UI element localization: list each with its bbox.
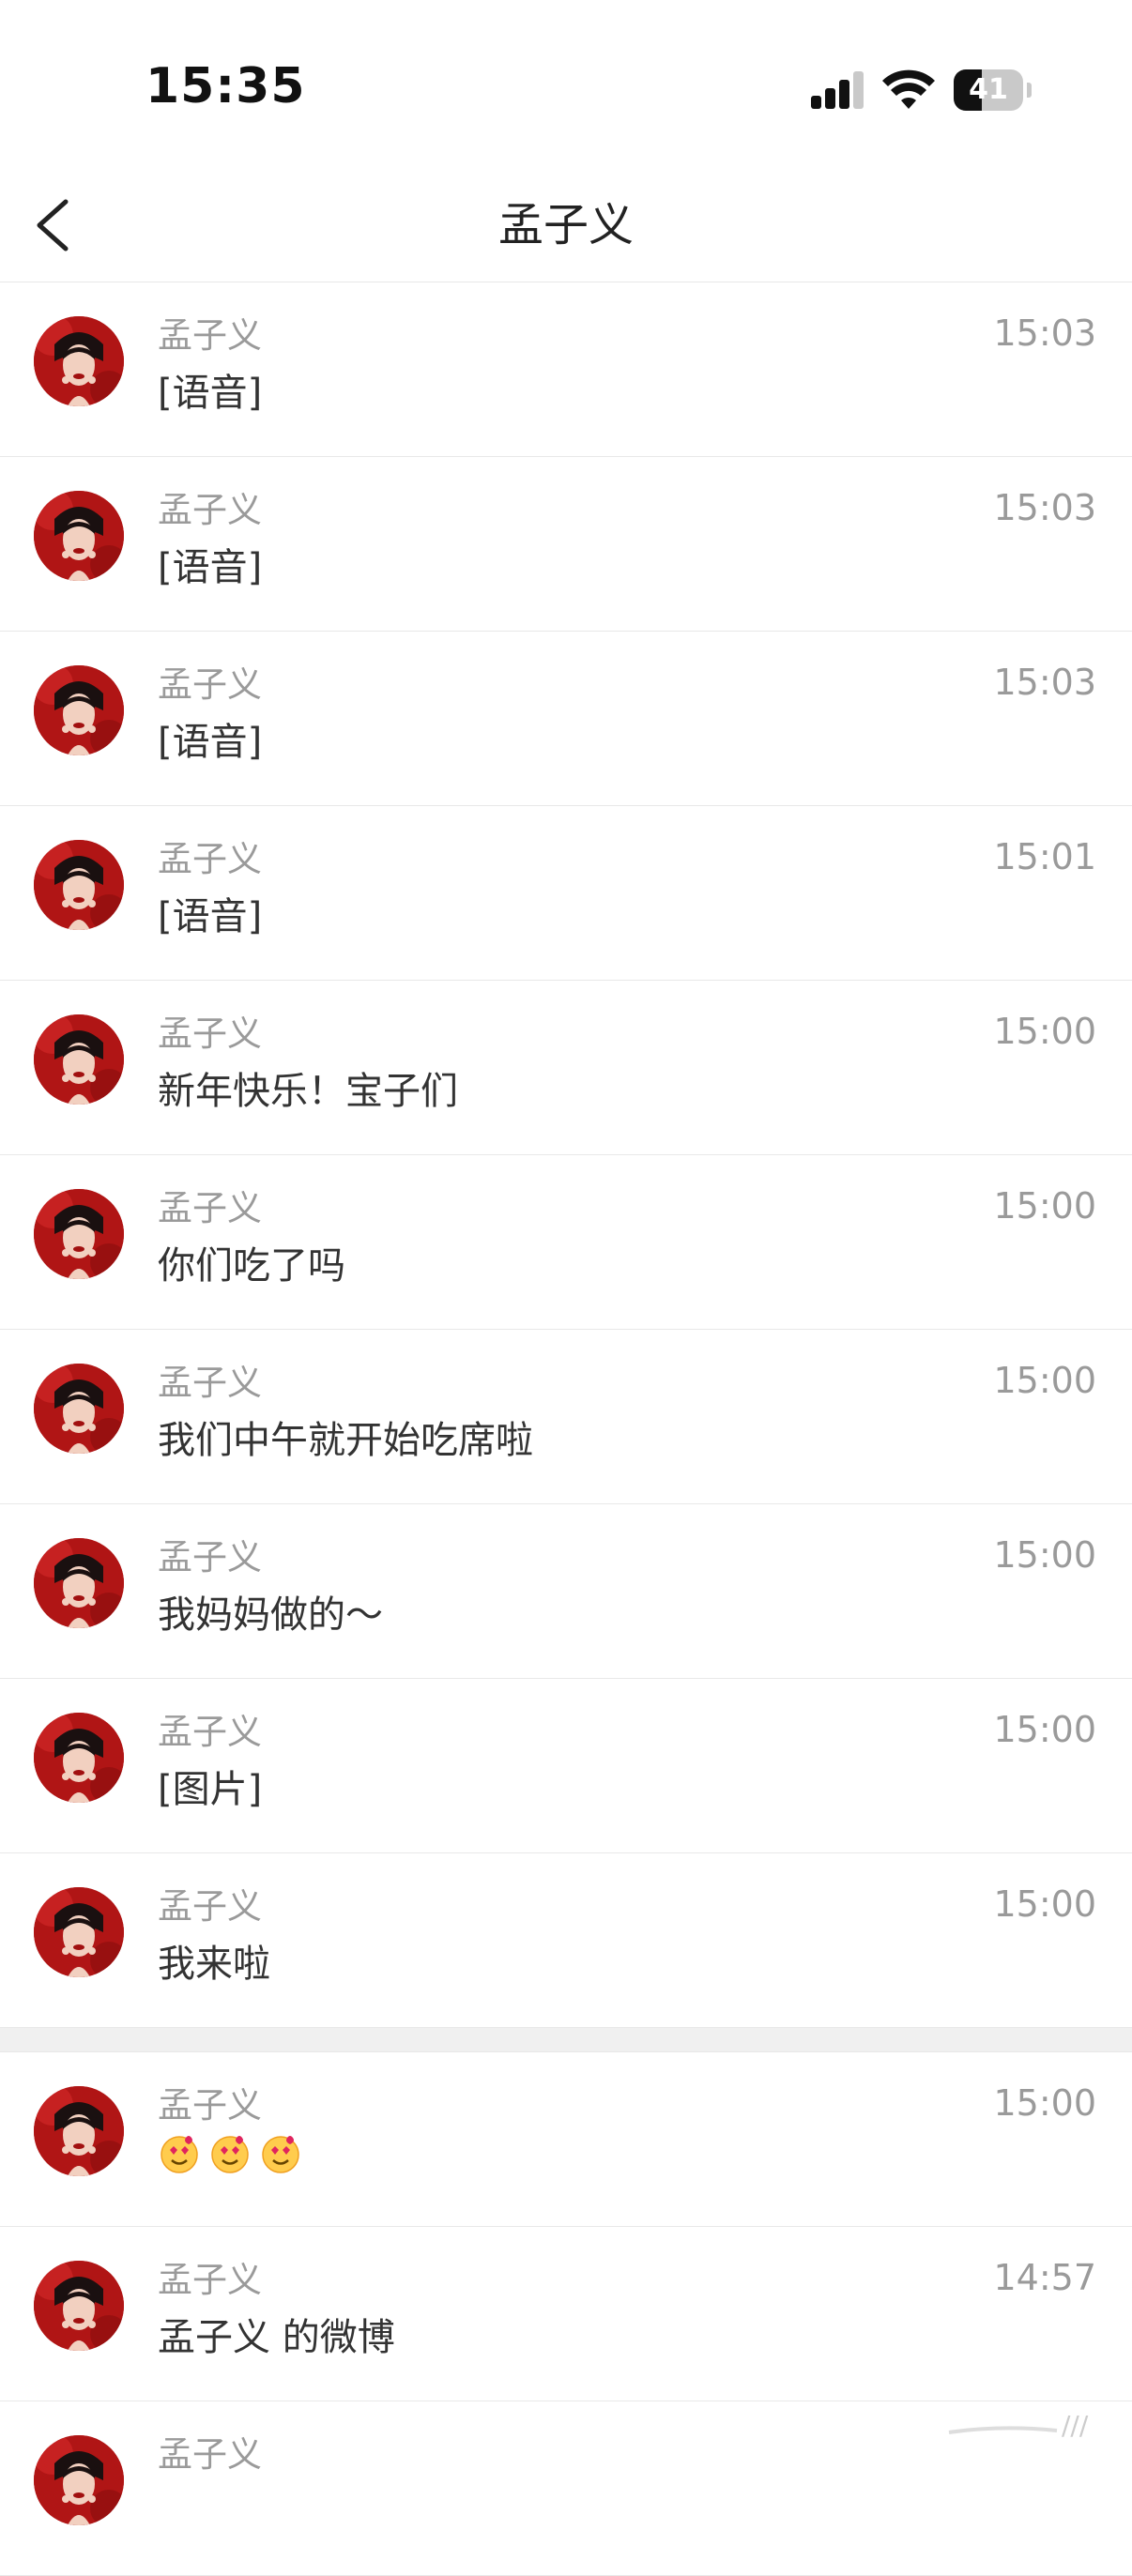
message-time: 15:00: [993, 1534, 1096, 1576]
wifi-icon: [882, 69, 935, 109]
message-time: 15:03: [993, 312, 1096, 354]
svg-text:///: ///: [1062, 2410, 1089, 2441]
heart-eyes-emoji-icon: [208, 2132, 252, 2185]
message-time: 15:00: [993, 1185, 1096, 1227]
avatar[interactable]: [34, 2086, 124, 2176]
message-preview: 新年快乐！宝子们: [158, 1070, 458, 1113]
message-list[interactable]: 孟子义 [语音] 15:03 孟子义 [语音] 15:03 孟子义 [语音] 15:03 孟…: [0, 282, 1132, 2576]
message-preview: [图片]: [158, 1768, 263, 1811]
message-time: 15:00: [993, 2082, 1096, 2124]
message-time: 15:00: [993, 1360, 1096, 1401]
message-preview: [语音]: [158, 895, 263, 938]
sender-name: 孟子义: [158, 1537, 262, 1578]
message-preview: 你们吃了吗: [158, 1244, 345, 1288]
message-preview: 我妈妈做的～: [158, 1593, 383, 1637]
message-time: 15:00: [993, 1883, 1096, 1925]
message-time: 15:03: [993, 487, 1096, 528]
message-row[interactable]: 孟子义 [语音] 15:03: [0, 282, 1132, 457]
message-row[interactable]: 孟子义你们吃了吗 15:00: [0, 1155, 1132, 1330]
status-time: 15:35: [145, 58, 306, 114]
avatar[interactable]: [34, 491, 124, 581]
page-title: 孟子义: [497, 199, 634, 252]
status-bar: 15:35 41: [0, 0, 1132, 169]
message-time: 15:03: [993, 662, 1096, 703]
message-row[interactable]: 孟子义我来啦 15:00: [0, 1853, 1132, 2028]
avatar[interactable]: [34, 1713, 124, 1803]
avatar[interactable]: [34, 665, 124, 755]
avatar[interactable]: [34, 1538, 124, 1628]
message-row[interactable]: 孟子义 [语音] 15:03: [0, 632, 1132, 806]
sender-name: 孟子义: [158, 1712, 262, 1752]
sender-name: 孟子义: [158, 1014, 262, 1054]
avatar[interactable]: [34, 840, 124, 930]
signal-icon: [811, 71, 864, 109]
battery-icon: 41: [954, 69, 1032, 111]
message-preview: [语音]: [158, 721, 263, 764]
message-time: 15:00: [993, 1709, 1096, 1750]
message-row[interactable]: 孟子义 [语音] 15:03: [0, 457, 1132, 632]
message-preview: 我们中午就开始吃席啦: [158, 1419, 533, 1462]
avatar[interactable]: [34, 2261, 124, 2351]
sender-name: 孟子义: [158, 315, 262, 356]
message-time: 14:57: [993, 2257, 1096, 2298]
avatar[interactable]: [34, 1887, 124, 1977]
message-preview: [158, 2132, 310, 2185]
sender-name: 孟子义: [158, 839, 262, 879]
message-time: 15:01: [993, 836, 1096, 877]
avatar[interactable]: [34, 1014, 124, 1105]
section-divider: [0, 2028, 1132, 2052]
message-row[interactable]: 孟子义 15:00: [0, 2052, 1132, 2227]
sender-name: 孟子义: [158, 664, 262, 705]
back-button[interactable]: [28, 188, 94, 263]
avatar[interactable]: [34, 316, 124, 406]
sender-name: 孟子义: [158, 1886, 262, 1927]
message-row[interactable]: 孟子义新年快乐！宝子们 15:00: [0, 981, 1132, 1155]
message-row[interactable]: 孟子义我们中午就开始吃席啦 15:00: [0, 1330, 1132, 1504]
message-preview: [语音]: [158, 372, 263, 415]
message-preview: [语音]: [158, 546, 263, 589]
avatar[interactable]: [34, 1189, 124, 1279]
chevron-left-icon: [37, 199, 69, 252]
sender-name: 孟子义: [158, 1188, 262, 1228]
heart-eyes-emoji-icon: [259, 2132, 302, 2185]
message-row[interactable]: 孟子义 [语音] 15:01: [0, 806, 1132, 981]
sender-name: 孟子义: [158, 490, 262, 530]
sender-name: 孟子义: [158, 1363, 262, 1403]
battery-level: 41: [969, 73, 1008, 106]
message-row[interactable]: 孟子义我妈妈做的～ 15:00: [0, 1504, 1132, 1679]
message-time: 15:00: [993, 1011, 1096, 1052]
avatar[interactable]: [34, 1364, 124, 1454]
nav-bar: 孟子义: [0, 169, 1132, 282]
sender-name: 孟子义: [158, 2085, 262, 2126]
avatar[interactable]: [34, 2435, 124, 2525]
message-row[interactable]: 孟子义 [图片] 15:00: [0, 1679, 1132, 1853]
message-preview: 孟子义 的微博: [158, 2316, 395, 2359]
sender-name: 孟子义: [158, 2434, 262, 2475]
watermark-logo: ///: [948, 2410, 1089, 2441]
sender-name: 孟子义: [158, 2260, 262, 2300]
message-row[interactable]: 孟子义孟子义 的微博 14:57: [0, 2227, 1132, 2401]
message-preview: 我来啦: [158, 1943, 270, 1986]
heart-eyes-emoji-icon: [158, 2132, 201, 2185]
